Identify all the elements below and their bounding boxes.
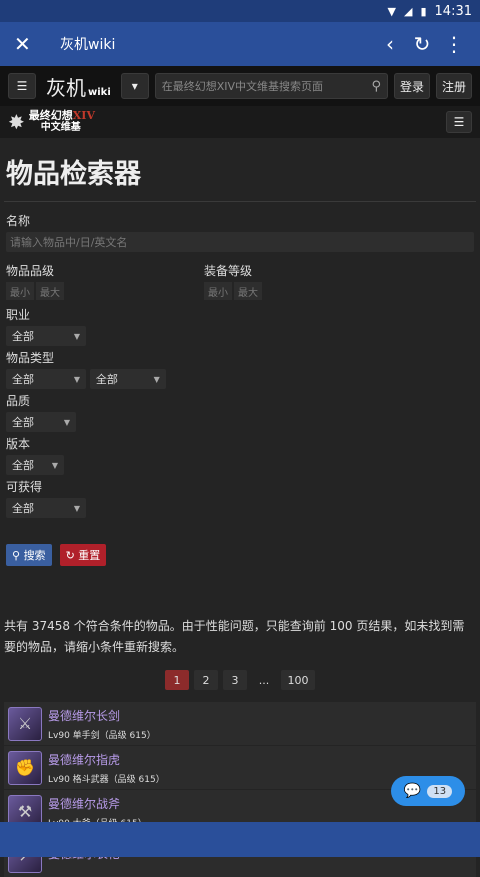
- crystal-logo-icon: ✸: [8, 110, 25, 134]
- knuckles-icon: ✊: [8, 750, 42, 785]
- job-value: 全部: [12, 330, 34, 343]
- search-icon: ⚲: [12, 549, 24, 562]
- quality-value: 全部: [12, 416, 34, 429]
- search-placeholder: 在最终幻想XIV中文维基搜索页面: [161, 80, 324, 93]
- equip-level-label: 装备等级: [204, 264, 253, 278]
- logo-dropdown-button[interactable]: ▾: [120, 73, 149, 99]
- battery-icon: ▮: [420, 4, 427, 18]
- refresh-icon[interactable]: ↻: [406, 32, 438, 56]
- wiki-topbar: ☰ 灰机 wiki ▾ 在最终幻想XIV中文维基搜索页面 ⚲ 登录 注册: [0, 66, 480, 106]
- toc-button[interactable]: ☰: [446, 111, 472, 133]
- back-icon[interactable]: ‹: [374, 32, 406, 56]
- quality-label: 品质: [6, 394, 31, 408]
- signal-icon: ◢: [404, 4, 413, 18]
- comments-button[interactable]: 💬 13: [391, 776, 465, 806]
- site-logo[interactable]: ✸ 最终幻想XIV 中文维基: [8, 110, 95, 135]
- equip-level-min[interactable]: 最小: [204, 282, 232, 300]
- item-level-min[interactable]: 最小: [6, 282, 34, 300]
- bottom-nav-bar: [0, 822, 480, 857]
- more-icon[interactable]: ⋮: [438, 32, 470, 56]
- search-icon[interactable]: ⚲: [371, 79, 381, 94]
- clock: 14:31: [434, 3, 472, 19]
- job-select[interactable]: 全部 ▼: [6, 326, 86, 346]
- site-logo-xiv: XIV: [72, 109, 95, 122]
- type-value-1: 全部: [12, 373, 34, 386]
- wifi-icon: ▼: [387, 4, 396, 18]
- search-button[interactable]: ⚲ 搜索: [6, 544, 52, 566]
- logo-text: 灰机: [46, 75, 86, 100]
- status-bar: ▼ ◢ ▮ 14:31: [0, 0, 480, 22]
- site-logo-line2: 中文维基: [40, 122, 81, 133]
- wiki-logo[interactable]: 灰机 wiki: [42, 72, 115, 101]
- list-icon: ☰: [453, 115, 465, 129]
- item-name[interactable]: 曼德维尔长剑: [48, 707, 156, 724]
- caret-down-icon: ▼: [73, 374, 80, 384]
- name-label: 名称: [6, 214, 31, 228]
- logo-wiki: wiki: [88, 86, 111, 98]
- item-level-label: 物品品级: [6, 264, 55, 278]
- item-info: Lv90 单手剑（品级 615）: [48, 730, 156, 741]
- page-3[interactable]: 3: [223, 670, 247, 690]
- list-icon: ☰: [16, 79, 28, 93]
- obtain-select[interactable]: 全部 ▼: [6, 498, 86, 518]
- item-level-max[interactable]: 最大: [36, 282, 64, 300]
- item-info: Lv90 格斗武器（品级 615）: [48, 774, 165, 785]
- obtain-value: 全部: [12, 502, 34, 515]
- search-form: 名称 请输入物品中/日/英文名 物品品级 最小 最大 装备等级 最小 最大 职业…: [0, 212, 480, 566]
- reset-button[interactable]: ↻ 重置: [59, 544, 107, 566]
- divider: [4, 201, 476, 202]
- quality-select[interactable]: 全部 ▼: [6, 412, 76, 432]
- page-ellipsis: ...: [258, 673, 270, 687]
- site-bar: ✸ 最终幻想XIV 中文维基 ☰: [0, 106, 480, 138]
- job-label: 职业: [6, 308, 31, 322]
- caret-down-icon: ▼: [73, 503, 80, 513]
- page-1[interactable]: 1: [165, 670, 189, 690]
- site-logo-text: 最终幻想XIV 中文维基: [29, 110, 95, 134]
- type-select-1[interactable]: 全部 ▼: [6, 369, 86, 389]
- item-name[interactable]: 曼德维尔指虎: [48, 751, 165, 768]
- name-input[interactable]: 请输入物品中/日/英文名: [6, 232, 474, 252]
- version-select[interactable]: 全部 ▼: [6, 455, 64, 475]
- reset-button-label: 重置: [78, 549, 101, 562]
- version-label: 版本: [6, 437, 31, 451]
- page-last[interactable]: 100: [281, 670, 315, 690]
- site-logo-line1: 最终幻想: [28, 109, 73, 122]
- page-2[interactable]: 2: [194, 670, 218, 690]
- refresh-icon: ↻: [65, 549, 79, 562]
- chevron-down-icon: ▾: [131, 79, 138, 93]
- caret-down-icon: ▼: [73, 331, 80, 341]
- chat-icon: 💬: [403, 783, 422, 799]
- app-bar: ✕ 灰机wiki ‹ ↻ ⋮: [0, 22, 480, 66]
- caret-down-icon: ▼: [153, 374, 160, 384]
- item-name[interactable]: 曼德维尔战斧: [48, 795, 147, 812]
- type-label: 物品类型: [6, 351, 55, 365]
- login-button[interactable]: 登录: [394, 73, 430, 99]
- comment-count: 13: [427, 784, 453, 798]
- obtain-label: 可获得: [6, 480, 43, 494]
- pagination: 1 2 3 ... 100: [0, 670, 480, 690]
- close-icon[interactable]: ✕: [14, 32, 42, 56]
- page-title: 物品检索器: [6, 159, 141, 190]
- type-select-2[interactable]: 全部 ▼: [89, 369, 166, 389]
- search-input[interactable]: 在最终幻想XIV中文维基搜索页面 ⚲: [154, 73, 388, 99]
- sword-icon: ⚔: [8, 706, 42, 741]
- list-item[interactable]: ⚔ 曼德维尔长剑 Lv90 单手剑（品级 615）: [4, 702, 476, 745]
- caret-down-icon: ▼: [51, 460, 58, 470]
- equip-level-max[interactable]: 最大: [234, 282, 262, 300]
- type-value-2: 全部: [95, 373, 118, 386]
- search-button-label: 搜索: [23, 549, 46, 562]
- result-summary: 共有 37458 个符合条件的物品。由于性能问题，只能查询前 100 页结果，如…: [4, 619, 465, 654]
- version-value: 全部: [12, 459, 34, 472]
- menu-button[interactable]: ☰: [8, 73, 36, 99]
- register-button[interactable]: 注册: [436, 73, 472, 99]
- app-title: 灰机wiki: [60, 37, 116, 53]
- caret-down-icon: ▼: [63, 417, 70, 427]
